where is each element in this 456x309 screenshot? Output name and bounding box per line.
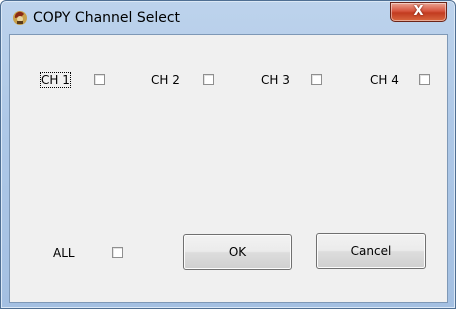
close-icon: X xyxy=(413,4,424,19)
checkbox-ch4[interactable] xyxy=(419,74,430,85)
checkbox-label-ch2[interactable]: CH 2 xyxy=(151,73,180,87)
dialog-window: COPY Channel Select X CH 1 CH 2 CH 3 CH … xyxy=(0,0,456,309)
checkbox-ch3[interactable] xyxy=(311,74,322,85)
ok-button[interactable]: OK xyxy=(183,234,292,270)
title-bar[interactable]: COPY Channel Select X xyxy=(1,1,455,33)
checkbox-label-all[interactable]: ALL xyxy=(53,246,75,260)
checkbox-label-ch1[interactable]: CH 1 xyxy=(40,72,71,88)
checkbox-ch2[interactable] xyxy=(203,74,214,85)
checkbox-label-ch4[interactable]: CH 4 xyxy=(370,73,399,87)
dialog-client-area: CH 1 CH 2 CH 3 CH 4 ALL OK Cancel xyxy=(9,34,448,303)
window-title: COPY Channel Select xyxy=(33,10,181,26)
cancel-button[interactable]: Cancel xyxy=(316,233,426,269)
checkbox-all[interactable] xyxy=(112,247,123,258)
checkbox-label-ch3[interactable]: CH 3 xyxy=(261,73,290,87)
checkbox-ch1[interactable] xyxy=(94,74,105,85)
copy-app-icon xyxy=(12,10,28,26)
close-button[interactable]: X xyxy=(390,2,447,22)
